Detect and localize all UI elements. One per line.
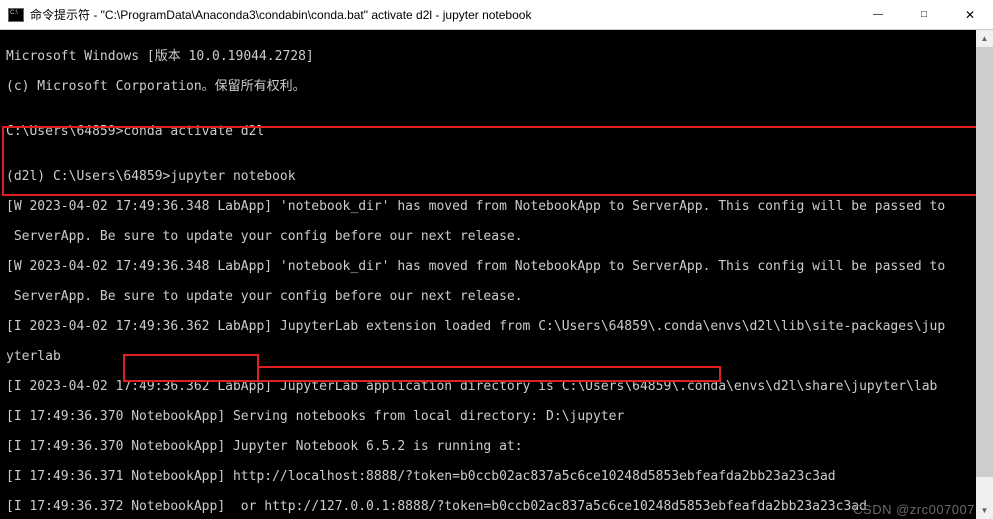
terminal-output[interactable]: Microsoft Windows [版本 10.0.19044.2728] (… [0, 30, 993, 519]
scroll-down-icon[interactable]: ▼ [976, 502, 993, 519]
minimize-button[interactable]: — [855, 0, 901, 29]
maximize-button[interactable]: □ [901, 0, 947, 29]
terminal-line: (d2l) C:\Users\64859>jupyter notebook [6, 169, 987, 184]
scroll-up-icon[interactable]: ▲ [976, 30, 993, 47]
terminal-line: [W 2023-04-02 17:49:36.348 LabApp] 'note… [6, 199, 987, 214]
watermark: CSDN @zrc007007 [853, 502, 975, 517]
window-title: 命令提示符 - "C:\ProgramData\Anaconda3\condab… [30, 6, 855, 23]
terminal-line: [I 17:49:36.372 NotebookApp] or http://1… [6, 499, 987, 514]
terminal-line: ServerApp. Be sure to update your config… [6, 289, 987, 304]
scroll-thumb[interactable] [976, 47, 993, 477]
window-controls: — □ ✕ [855, 0, 993, 29]
terminal-line: C:\Users\64859>conda activate d2l [6, 124, 987, 139]
title-bar[interactable]: 命令提示符 - "C:\ProgramData\Anaconda3\condab… [0, 0, 993, 30]
close-button[interactable]: ✕ [947, 0, 993, 29]
terminal-line: yterlab [6, 349, 987, 364]
terminal-line: (c) Microsoft Corporation。保留所有权利。 [6, 79, 987, 94]
scrollbar[interactable]: ▲ ▼ [976, 30, 993, 519]
terminal-line: [I 2023-04-02 17:49:36.362 LabApp] Jupyt… [6, 379, 987, 394]
terminal-line: [I 2023-04-02 17:49:36.362 LabApp] Jupyt… [6, 319, 987, 334]
terminal-line: [I 17:49:36.371 NotebookApp] http://loca… [6, 469, 987, 484]
cmd-icon [8, 8, 24, 22]
terminal-line: Microsoft Windows [版本 10.0.19044.2728] [6, 49, 987, 64]
terminal-line: [I 17:49:36.370 NotebookApp] Serving not… [6, 409, 987, 424]
terminal-line: [W 2023-04-02 17:49:36.348 LabApp] 'note… [6, 259, 987, 274]
terminal-line: ServerApp. Be sure to update your config… [6, 229, 987, 244]
terminal-line: [I 17:49:36.370 NotebookApp] Jupyter Not… [6, 439, 987, 454]
